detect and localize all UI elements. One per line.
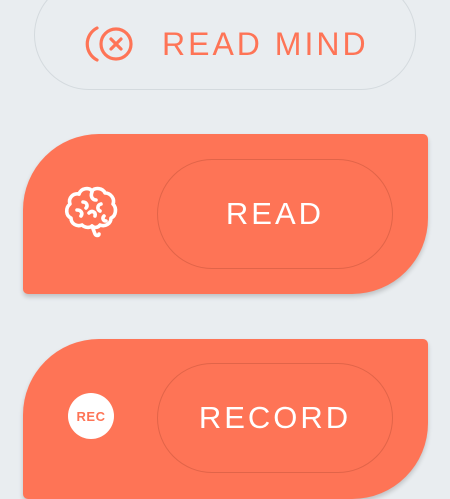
rec-badge-text: REC: [68, 393, 114, 439]
record-card: REC RECORD: [23, 339, 428, 499]
read-button[interactable]: READ: [157, 159, 393, 269]
read-label: READ: [225, 196, 325, 231]
mind-read-icon: [85, 24, 135, 64]
record-button[interactable]: RECORD: [157, 363, 393, 473]
read-card: READ: [23, 134, 428, 294]
record-label: RECORD: [198, 400, 352, 435]
brain-icon[interactable]: [59, 180, 123, 244]
read-mind-label: READ MIND: [162, 26, 369, 62]
read-mind-button[interactable]: READ MIND: [34, 0, 416, 90]
rec-icon[interactable]: REC: [59, 384, 123, 448]
